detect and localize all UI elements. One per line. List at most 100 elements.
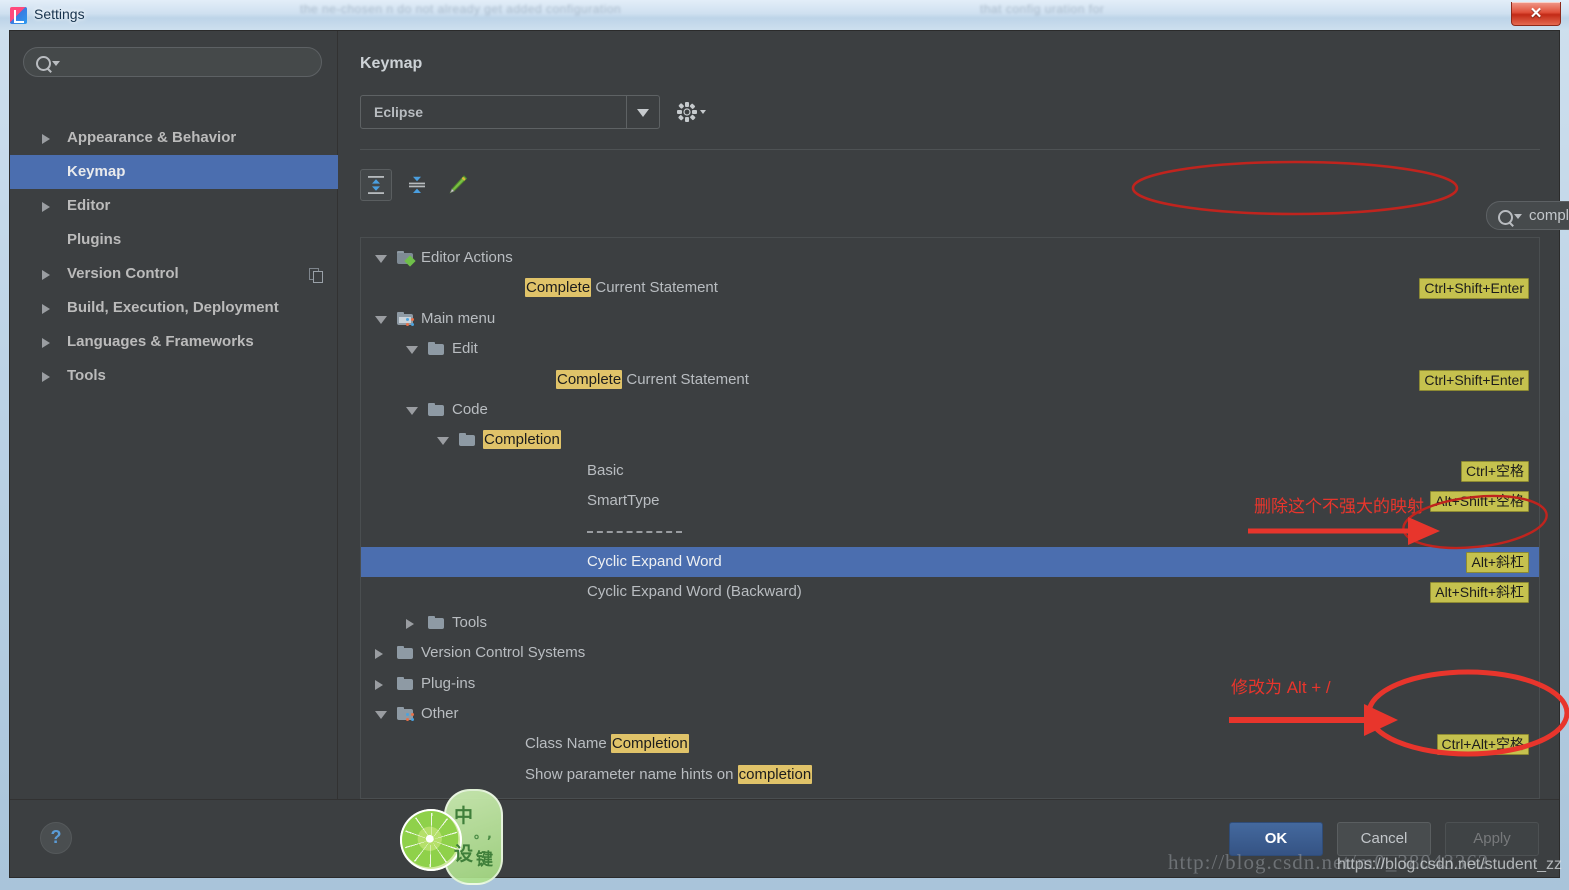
sidebar-item-label: Tools bbox=[67, 367, 106, 384]
search-match-highlight: Completion bbox=[483, 430, 561, 450]
tree-row-label: Class Name Completion bbox=[525, 734, 689, 754]
tree-row-label: Code bbox=[452, 401, 488, 418]
tree-label-text: Show parameter name hints on bbox=[525, 765, 738, 783]
tree-label-text: SmartType bbox=[587, 492, 660, 510]
tree-row[interactable]: Editor Actions bbox=[361, 243, 1539, 273]
tree-row[interactable]: Edit bbox=[361, 334, 1539, 364]
main-menu-icon bbox=[397, 311, 414, 326]
tree-label-text: Current Statement bbox=[591, 279, 718, 297]
tree-row[interactable]: Version Control Systems bbox=[361, 638, 1539, 668]
chevron-right-icon[interactable] bbox=[42, 202, 50, 212]
tree-row-label: Complete Current Statement bbox=[556, 369, 749, 389]
sidebar-item-plugins[interactable]: Plugins bbox=[10, 223, 338, 257]
titlebar-ghost-text-right: that config uration for bbox=[980, 2, 1105, 16]
shortcut-filter-input[interactable]: completion bbox=[1486, 201, 1569, 230]
search-icon bbox=[36, 56, 51, 71]
tree-row-label: Other bbox=[421, 705, 459, 722]
folder-icon bbox=[428, 615, 444, 629]
tree-label-text: Plug-ins bbox=[421, 674, 476, 692]
keymap-actions-tree[interactable]: Editor Actions Complete Current Statement… bbox=[360, 237, 1540, 799]
folder-icon bbox=[428, 342, 444, 356]
expand-all-glyph bbox=[368, 176, 384, 194]
sidebar-item-build-execution-deployment[interactable]: Build, Execution, Deployment bbox=[10, 291, 338, 325]
sidebar-item-tools[interactable]: Tools bbox=[10, 359, 338, 393]
sidebar-item-appearance-behavior[interactable]: Appearance & Behavior bbox=[10, 121, 338, 155]
tree-row[interactable]: Basic Ctrl+空格 bbox=[361, 456, 1539, 486]
tree-row[interactable]: SmartType Alt+Shift+空格 bbox=[361, 486, 1539, 516]
chevron-right-icon[interactable] bbox=[42, 134, 50, 144]
tree-row[interactable]: Complete Current Statement Ctrl+Shift+Ent… bbox=[361, 273, 1539, 303]
tree-row[interactable]: Plug-ins bbox=[361, 669, 1539, 699]
keymap-pane: Keymap Eclipse compl Editor Actions Comp… bbox=[338, 31, 1569, 799]
sidebar-item-languages-frameworks[interactable]: Languages & Frameworks bbox=[10, 325, 338, 359]
tree-row[interactable]: Class Name Completion Ctrl+Alt+空格 bbox=[361, 729, 1539, 759]
sidebar-item-editor[interactable]: Editor bbox=[10, 189, 338, 223]
chevron-down-icon[interactable] bbox=[375, 315, 387, 324]
title-bar: the ne-chosen n do not already get added… bbox=[0, 0, 1569, 30]
chevron-right-icon[interactable] bbox=[42, 304, 50, 314]
chevron-down-icon[interactable] bbox=[406, 346, 418, 355]
gear-icon[interactable] bbox=[676, 99, 710, 125]
sidebar-item-label: Plugins bbox=[67, 231, 122, 248]
help-icon[interactable]: ? bbox=[40, 822, 72, 854]
tree-label-text: Cyclic Expand Word (Backward) bbox=[587, 583, 802, 601]
sidebar-search-input[interactable] bbox=[23, 47, 322, 77]
collapse-all-icon[interactable] bbox=[402, 169, 432, 201]
sidebar-item-keymap[interactable]: Keymap bbox=[10, 155, 338, 189]
shortcut-badge: Ctrl+Shift+Enter bbox=[1419, 369, 1529, 391]
pencil-glyph bbox=[449, 175, 468, 194]
intellij-idea-icon bbox=[10, 7, 27, 24]
tree-row[interactable] bbox=[361, 517, 1539, 547]
edit-pencil-icon[interactable] bbox=[442, 169, 472, 201]
chevron-right-icon[interactable] bbox=[42, 338, 50, 348]
chevron-down-icon[interactable] bbox=[406, 407, 418, 415]
tree-row-label: Complete Current Statement bbox=[525, 278, 718, 298]
tree-row[interactable]: Completion bbox=[361, 425, 1539, 455]
sidebar-item-label: Version Control bbox=[67, 265, 179, 282]
gear-glyph bbox=[677, 102, 697, 122]
close-icon[interactable]: ✕ bbox=[1511, 2, 1561, 26]
tree-row-label: SmartType bbox=[587, 492, 660, 509]
cancel-button[interactable]: Cancel bbox=[1337, 822, 1431, 856]
chevron-down-icon[interactable] bbox=[437, 437, 449, 446]
tree-row[interactable]: Other bbox=[361, 699, 1539, 729]
sidebar-item-label: Appearance & Behavior bbox=[67, 129, 237, 146]
tree-row[interactable]: Code bbox=[361, 395, 1539, 425]
tree-label-text: Cyclic Expand Word bbox=[587, 553, 722, 570]
keymap-select-arrow[interactable] bbox=[626, 96, 659, 128]
settings-dialog: Appearance & Behavior Keymap Editor Plugins… bbox=[9, 30, 1569, 878]
tree-row[interactable]: Show parameter name hints on completion bbox=[361, 760, 1539, 790]
chevron-down-icon bbox=[52, 61, 60, 66]
shortcut-badge: Ctrl+空格 bbox=[1461, 460, 1529, 482]
ok-button[interactable]: OK bbox=[1229, 822, 1323, 856]
title-bar-background bbox=[0, 0, 1569, 30]
keymap-select-value: Eclipse bbox=[374, 104, 424, 120]
tree-label-text: Basic bbox=[587, 461, 624, 479]
chevron-down-icon bbox=[700, 110, 706, 114]
tree-row[interactable]: Cyclic Expand Word (Backward) Alt+Shift+斜… bbox=[361, 577, 1539, 607]
chevron-right-icon[interactable] bbox=[406, 618, 414, 629]
chevron-right-icon[interactable] bbox=[375, 649, 383, 660]
tree-row-label: Cyclic Expand Word (Backward) bbox=[587, 583, 802, 600]
shortcut-badge: Alt+斜杠 bbox=[1466, 552, 1529, 573]
tree-row[interactable]: Tools bbox=[361, 608, 1539, 638]
sidebar-item-version-control[interactable]: Version Control bbox=[10, 257, 338, 291]
titlebar-ghost-text-left: the ne-chosen n do not already get added… bbox=[300, 2, 622, 16]
tree-separator bbox=[587, 530, 682, 533]
chevron-right-icon[interactable] bbox=[42, 372, 50, 382]
settings-sidebar: Appearance & Behavior Keymap Editor Plugins… bbox=[10, 31, 338, 799]
tree-row[interactable]: Cyclic Expand Word Alt+斜杠 bbox=[361, 547, 1539, 577]
tree-label-text: Edit bbox=[452, 340, 478, 358]
tree-label-text: Tools bbox=[452, 613, 488, 631]
tree-row-label: Main menu bbox=[421, 310, 495, 327]
copy-icon[interactable] bbox=[309, 268, 323, 283]
tree-row[interactable]: Main menu bbox=[361, 304, 1539, 334]
expand-all-icon[interactable] bbox=[360, 169, 392, 201]
keymap-select[interactable]: Eclipse bbox=[360, 95, 660, 129]
chevron-right-icon[interactable] bbox=[42, 270, 50, 280]
tree-row[interactable]: Complete Current Statement Ctrl+Shift+Ent… bbox=[361, 365, 1539, 395]
chevron-down-icon[interactable] bbox=[375, 255, 387, 263]
chevron-right-icon[interactable] bbox=[375, 679, 383, 690]
folder-icon bbox=[428, 403, 444, 416]
chevron-down-icon[interactable] bbox=[375, 711, 387, 719]
